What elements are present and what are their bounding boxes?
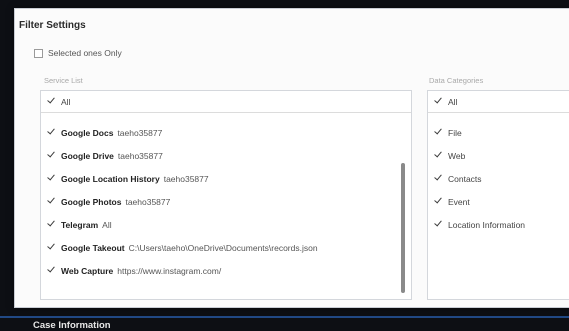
- check-icon[interactable]: [434, 128, 443, 137]
- service-list-scrollbar[interactable]: [401, 163, 405, 293]
- service-item-detail: https://www.instagram.com/: [117, 265, 222, 276]
- service-item-name: Google Photos: [61, 196, 122, 207]
- service-all-label: All: [61, 96, 71, 107]
- selected-only-label: Selected ones Only: [48, 48, 122, 58]
- check-icon[interactable]: [434, 174, 443, 183]
- category-item[interactable]: File: [434, 121, 525, 144]
- service-item[interactable]: Google Docs taeho35877: [47, 121, 318, 144]
- service-item-name: Telegram: [61, 219, 99, 230]
- check-icon[interactable]: [47, 197, 56, 206]
- check-icon[interactable]: [47, 243, 56, 252]
- check-icon[interactable]: [47, 128, 56, 137]
- data-categories-label: Data Categories: [429, 76, 484, 85]
- category-item[interactable]: Contacts: [434, 167, 525, 190]
- window-border-line: [0, 316, 569, 318]
- category-all-checkbox[interactable]: All: [428, 91, 569, 113]
- service-item[interactable]: Google Takeout C:\Users\taeho\OneDrive\Do…: [47, 236, 318, 259]
- data-categories-items: File Web Contacts Event Location Information: [434, 121, 525, 236]
- case-information-title: Case Information: [33, 320, 111, 331]
- service-item-detail: taeho35877: [125, 196, 171, 207]
- check-icon[interactable]: [434, 151, 443, 160]
- category-item-name: Contacts: [448, 173, 482, 184]
- service-list-label: Service List: [44, 76, 83, 85]
- check-icon[interactable]: [434, 220, 443, 229]
- category-item-name: File: [448, 127, 462, 138]
- service-item[interactable]: Web Capture https://www.instagram.com/: [47, 259, 318, 282]
- service-item-detail: All: [102, 219, 112, 230]
- service-item-name: Google Docs: [61, 127, 114, 138]
- service-item[interactable]: Google Drive taeho35877: [47, 144, 318, 167]
- check-icon[interactable]: [434, 197, 443, 206]
- service-list-items: Google Docs taeho35877 Google Drive taeho35…: [47, 121, 318, 282]
- service-item[interactable]: Google Location History taeho35877: [47, 167, 318, 190]
- check-icon[interactable]: [47, 266, 56, 275]
- category-item-name: Location Information: [448, 219, 526, 230]
- category-item[interactable]: Location Information: [434, 213, 525, 236]
- check-icon[interactable]: [434, 97, 443, 106]
- category-all-label: All: [448, 96, 458, 107]
- service-item-detail: taeho35877: [117, 127, 163, 138]
- service-item-name: Google Location History: [61, 173, 160, 184]
- service-item-name: Web Capture: [61, 265, 114, 276]
- service-item-detail: C:\Users\taeho\OneDrive\Documents\record…: [128, 242, 318, 253]
- service-item-detail: taeho35877: [117, 150, 163, 161]
- check-icon[interactable]: [47, 151, 56, 160]
- category-item[interactable]: Web: [434, 144, 525, 167]
- check-icon[interactable]: [47, 97, 56, 106]
- service-item-name: Google Drive: [61, 150, 114, 161]
- service-list-box: All Google Docs taeho35877 Google Drive tae…: [40, 90, 412, 300]
- data-categories-box: All File Web Contacts Event Location Informa…: [427, 90, 569, 300]
- service-item-detail: taeho35877: [163, 173, 209, 184]
- selected-only-checkbox[interactable]: Selected ones Only: [34, 46, 122, 60]
- filter-settings-title: Filter Settings: [19, 20, 86, 31]
- service-item[interactable]: Telegram All: [47, 213, 318, 236]
- service-item[interactable]: Google Photos taeho35877: [47, 190, 318, 213]
- check-icon[interactable]: [47, 174, 56, 183]
- check-icon[interactable]: [47, 220, 56, 229]
- category-item[interactable]: Event: [434, 190, 525, 213]
- checkbox-icon[interactable]: [34, 48, 43, 58]
- service-item-name: Google Takeout: [61, 242, 125, 253]
- service-all-checkbox[interactable]: All: [41, 91, 411, 113]
- category-item-name: Web: [448, 150, 466, 161]
- category-item-name: Event: [448, 196, 470, 207]
